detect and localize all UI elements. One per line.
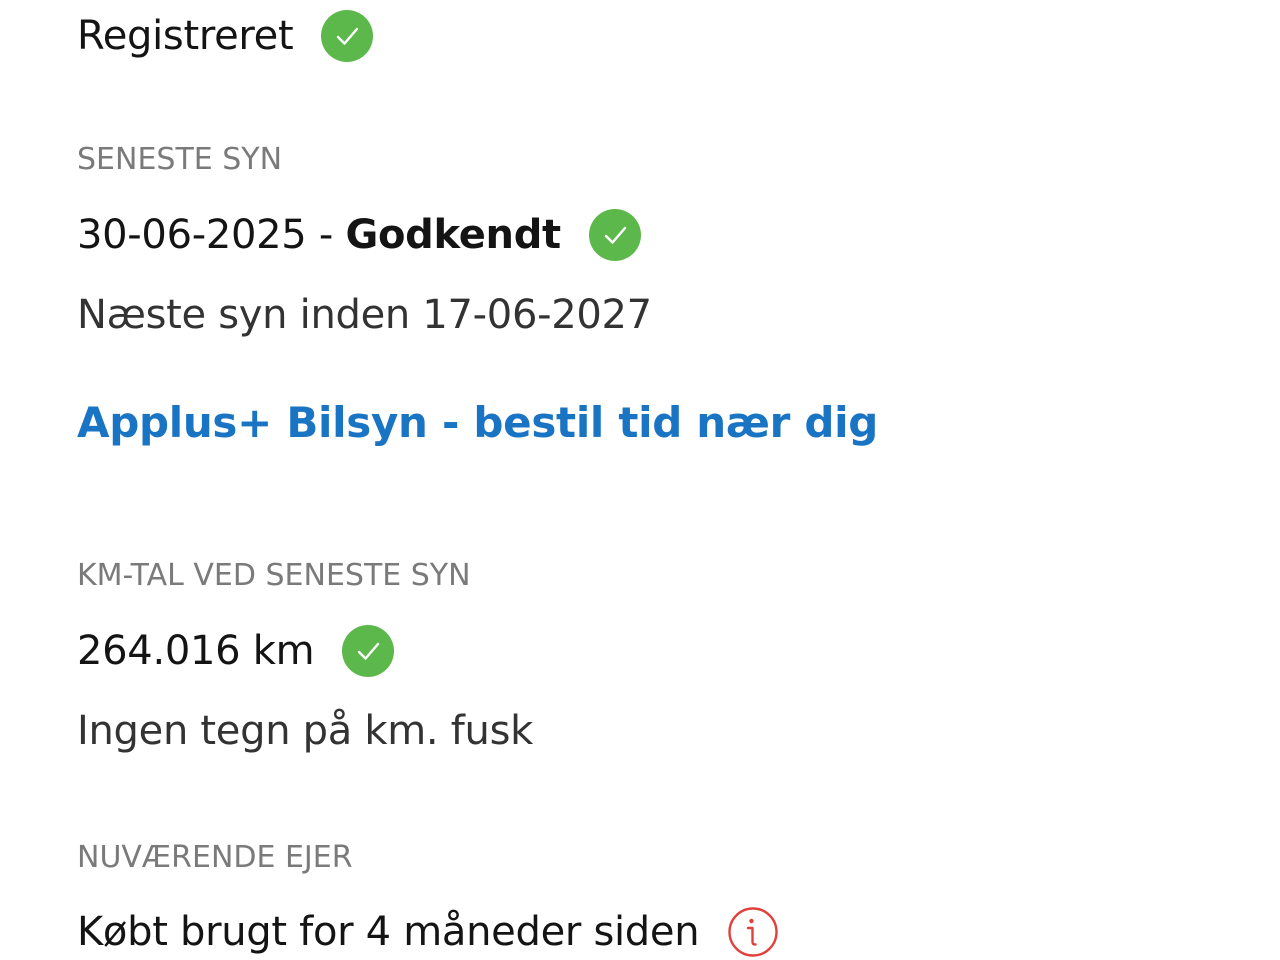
info-icon[interactable] xyxy=(727,906,779,958)
current-owner-label-row: NUVÆRENDE EJER xyxy=(77,840,353,876)
booking-link-row: Applus+ Bilsyn - bestil tid nær dig xyxy=(77,398,878,448)
check-circle-icon xyxy=(321,10,374,62)
current-owner-label: NUVÆRENDE EJER xyxy=(77,840,353,875)
check-circle-icon xyxy=(588,209,641,261)
mileage-value: 264.016 km xyxy=(77,628,315,674)
inspection-result: Godkendt xyxy=(345,212,561,258)
registration-status-text: Registreret xyxy=(77,13,294,59)
mileage-label: KM-TAL VED SENESTE SYN xyxy=(77,558,471,593)
next-inspection-row: Næste syn inden 17-06-2027 xyxy=(77,291,652,339)
mileage-label-row: KM-TAL VED SENESTE SYN xyxy=(77,558,471,594)
latest-inspection-label-row: SENESTE SYN xyxy=(77,142,282,178)
registration-status-row: Registreret xyxy=(77,10,374,62)
inspection-separator: - xyxy=(306,212,346,258)
inspection-result-row: 30-06-2025 - Godkendt xyxy=(77,209,641,261)
book-inspection-link[interactable]: Applus+ Bilsyn - bestil tid nær dig xyxy=(77,398,878,448)
check-circle-icon xyxy=(342,625,395,677)
latest-inspection-label: SENESTE SYN xyxy=(77,142,283,177)
inspection-date: 30-06-2025 xyxy=(77,212,307,258)
current-owner-row: Købt brugt for 4 måneder siden xyxy=(77,906,779,958)
current-owner-text: Købt brugt for 4 måneder siden xyxy=(77,909,700,955)
mileage-fraud-note: Ingen tegn på km. fusk xyxy=(77,708,533,754)
mileage-value-row: 264.016 km xyxy=(77,625,395,677)
next-inspection-text: Næste syn inden 17-06-2027 xyxy=(77,292,652,338)
vehicle-info-page: Registreret SENESTE SYN 30-06-2025 - God… xyxy=(0,0,1280,960)
mileage-note-row: Ingen tegn på km. fusk xyxy=(77,707,533,755)
